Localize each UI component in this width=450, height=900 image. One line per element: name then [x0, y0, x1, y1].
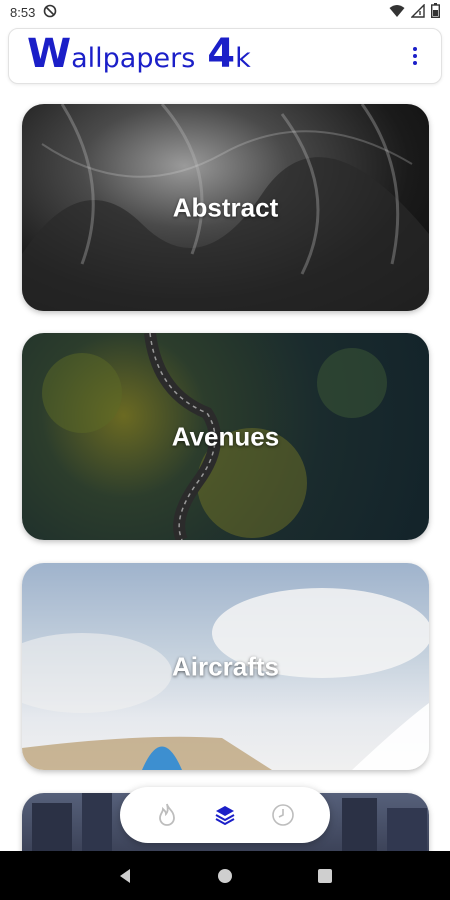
title-letter-w: W: [27, 30, 72, 77]
dot-icon: [413, 54, 417, 58]
do-not-disturb-icon: [43, 4, 57, 21]
title-letter-k: k: [235, 42, 251, 74]
title-text: allpapers: [71, 42, 196, 74]
dot-icon: [413, 47, 417, 51]
battery-icon: [430, 3, 440, 21]
nav-trending[interactable]: [149, 797, 185, 833]
nav-categories[interactable]: [207, 797, 243, 833]
home-circle-icon: [218, 868, 232, 883]
status-time: 8:53: [10, 4, 36, 20]
app-title: W allpapers 4 k: [27, 34, 251, 79]
signal-icon: [410, 2, 425, 21]
category-card-aircrafts[interactable]: Aircrafts: [22, 563, 429, 770]
home-button[interactable]: [210, 861, 240, 891]
category-card-avenues[interactable]: Avenues: [22, 333, 429, 540]
app-bar: W allpapers 4 k: [8, 28, 442, 84]
category-label: Avenues: [171, 421, 280, 451]
category-label: Aircrafts: [172, 651, 279, 681]
category-card-abstract[interactable]: Abstract: [22, 104, 429, 311]
category-label: Abstract: [172, 192, 279, 222]
fire-icon: [159, 803, 175, 826]
recents-button[interactable]: [310, 861, 340, 891]
back-triangle-icon: [120, 868, 130, 883]
recents-square-icon: [318, 868, 332, 883]
overflow-menu-button[interactable]: [403, 36, 427, 76]
nav-recent[interactable]: [265, 797, 301, 833]
title-number-4: 4: [207, 30, 236, 77]
layers-icon: [215, 806, 235, 826]
bottom-navigation: [120, 787, 330, 843]
clock-icon: [272, 804, 294, 826]
system-navigation-bar: [0, 851, 450, 900]
back-button[interactable]: [110, 861, 140, 891]
status-bar: 8:53: [0, 0, 450, 24]
dot-icon: [413, 61, 417, 65]
wifi-icon: [389, 4, 405, 21]
